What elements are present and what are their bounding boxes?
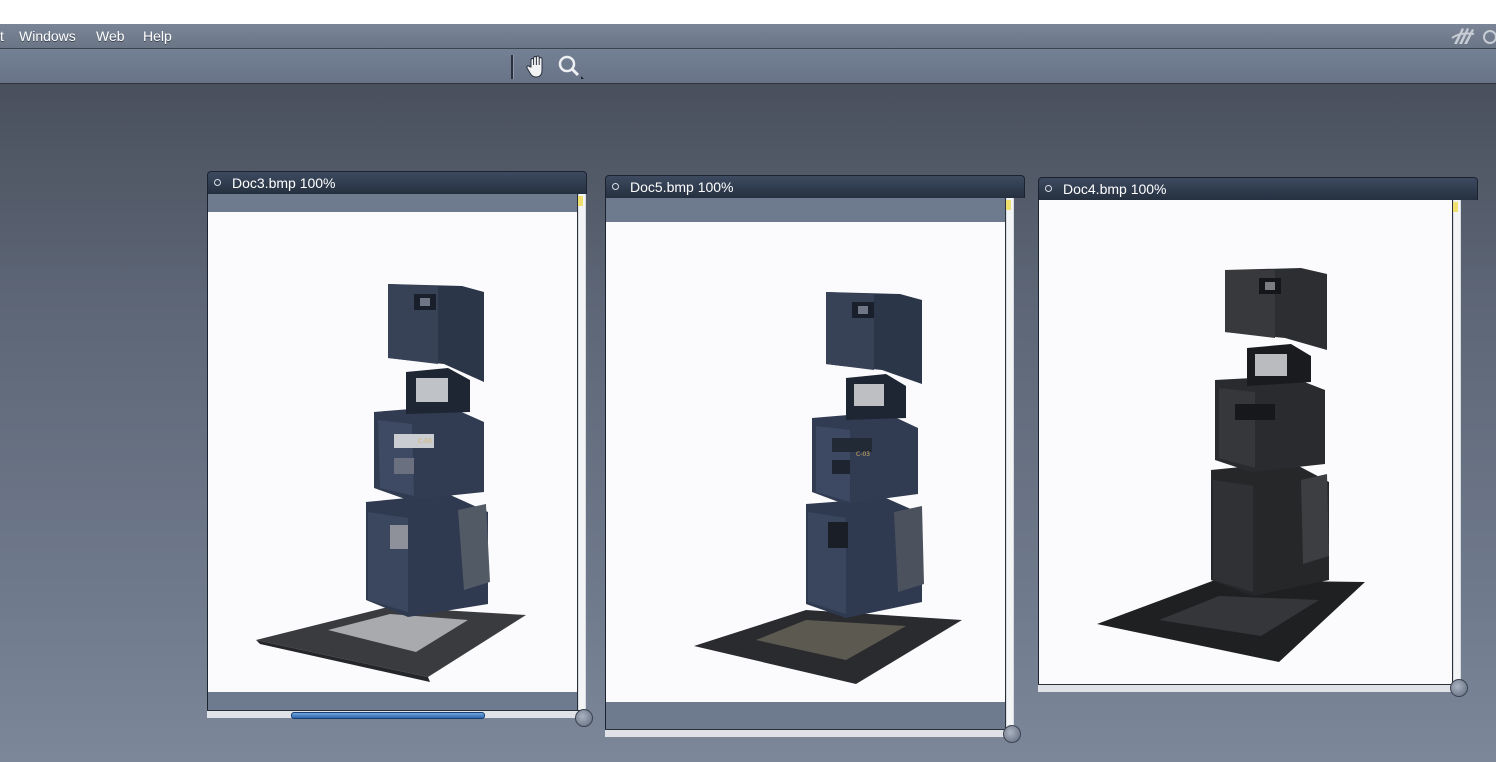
svg-text:C-03: C-03	[418, 438, 432, 445]
window-titlebar[interactable]: Doc4.bmp 100%	[1038, 177, 1478, 200]
top-blank-strip	[0, 0, 1496, 24]
scroll-marker	[578, 196, 583, 206]
vertical-scrollbar[interactable]	[1005, 198, 1014, 729]
document-canvas: C-03	[605, 198, 1006, 729]
window-title: Doc3.bmp 100%	[232, 175, 336, 191]
window-titlebar[interactable]: Doc5.bmp 100%	[605, 175, 1025, 198]
rendered-image: C-03	[606, 222, 1006, 702]
document-window-doc5[interactable]: Doc5.bmp 100% C-03	[605, 175, 1025, 743]
rendered-image: C-03	[208, 212, 578, 692]
window-title: Doc4.bmp 100%	[1063, 181, 1167, 197]
document-canvas	[1038, 200, 1453, 684]
resize-grip-icon[interactable]	[1450, 679, 1468, 697]
app-logo-icon	[1448, 24, 1496, 48]
window-close-icon[interactable]	[214, 179, 221, 186]
toolbar-divider	[511, 55, 514, 79]
magnifier-icon[interactable]	[556, 53, 584, 81]
document-window-doc3[interactable]: Doc3.bmp 100% C-03	[207, 171, 593, 727]
horizontal-scrollbar[interactable]	[605, 729, 1013, 737]
menu-item-windows[interactable]: Windows	[19, 28, 76, 44]
scroll-marker	[1006, 200, 1011, 210]
menu-item-partial[interactable]: t	[0, 28, 4, 44]
toolbar	[0, 49, 1496, 84]
menu-item-help[interactable]: Help	[143, 28, 172, 44]
document-window-doc4[interactable]: Doc4.bmp 100%	[1038, 177, 1478, 697]
resize-grip-icon[interactable]	[1003, 725, 1021, 743]
rendered-image	[1039, 200, 1453, 684]
window-titlebar[interactable]: Doc3.bmp 100%	[207, 171, 587, 194]
window-close-icon[interactable]	[1045, 185, 1052, 192]
menu-bar: t Windows Web Help	[0, 24, 1496, 49]
document-canvas: C-03	[207, 194, 578, 710]
vertical-scrollbar[interactable]	[1452, 200, 1461, 684]
horizontal-scrollbar[interactable]	[207, 710, 585, 719]
scroll-marker	[1453, 202, 1458, 212]
hand-icon[interactable]	[523, 53, 551, 81]
window-close-icon[interactable]	[612, 183, 619, 190]
horizontal-scrollbar[interactable]	[1038, 684, 1460, 692]
svg-text:C-03: C-03	[856, 451, 870, 458]
horizontal-scroll-thumb[interactable]	[291, 712, 485, 719]
menu-item-web[interactable]: Web	[96, 28, 125, 44]
vertical-scrollbar[interactable]	[577, 194, 586, 710]
window-title: Doc5.bmp 100%	[630, 179, 734, 195]
resize-grip-icon[interactable]	[575, 709, 593, 727]
